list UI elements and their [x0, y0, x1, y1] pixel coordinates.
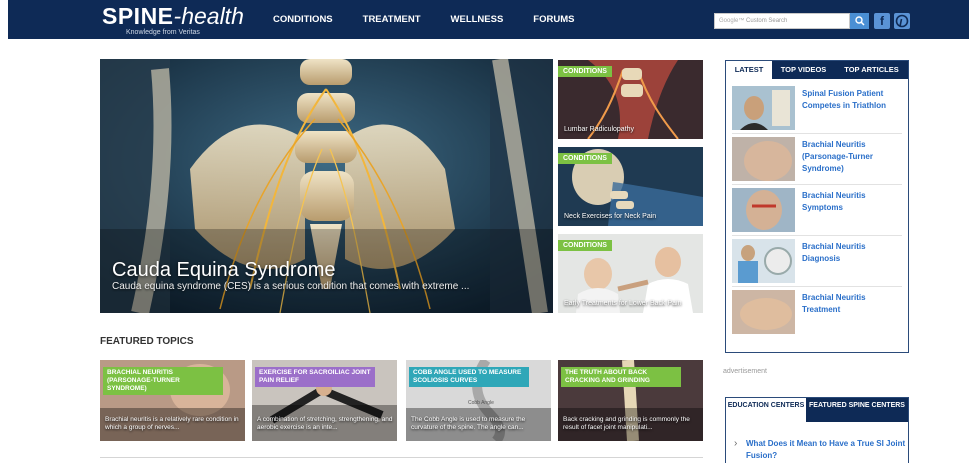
article-thumbnail [732, 137, 795, 181]
topic-description: A combination of stretching, strengtheni… [257, 416, 393, 431]
latest-panel: LATEST TOP VIDEOS TOP ARTICLES Spinal Fu… [725, 60, 909, 353]
logo-main-text: SPINE [102, 3, 174, 29]
article-thumbnail [732, 188, 795, 232]
nav-forums[interactable]: FORUMS [533, 0, 574, 39]
side-card-early-treatments[interactable]: CONDITIONS Early Treatments for Lower Ba… [558, 234, 703, 313]
main-nav: CONDITIONS TREATMENT WELLNESS FORUMS [273, 0, 604, 39]
article-title[interactable]: Spinal Fusion Patient Competes in Triath… [802, 88, 902, 112]
tab-education-centers[interactable]: EDUCATION CENTERS [726, 398, 806, 422]
hero-feature[interactable]: Cauda Equina Syndrome Cauda equina syndr… [100, 59, 553, 313]
section-divider [100, 457, 703, 458]
hero-subtitle: Cauda equina syndrome (CES) is a serious… [112, 281, 470, 292]
pinterest-icon[interactable] [894, 13, 910, 29]
topic-description: Brachial neuritis is a relatively rare c… [105, 416, 239, 431]
side-card-tag: CONDITIONS [558, 240, 612, 251]
topic-card-sacroiliac-exercise[interactable]: EXERCISE FOR SACROILIAC JOINT PAIN RELIE… [252, 360, 397, 441]
nav-conditions[interactable]: CONDITIONS [273, 0, 333, 39]
side-card-tag: CONDITIONS [558, 66, 612, 77]
search-icon [854, 16, 865, 26]
tab-featured-spine-centers[interactable]: FEATURED SPINE CENTERS [806, 398, 908, 422]
side-card-lumbar-radiculopathy[interactable]: CONDITIONS Lumbar Radiculopathy [558, 60, 703, 139]
logo-accent-text: -health [173, 3, 244, 29]
svg-text:Cobb Angle: Cobb Angle [468, 400, 494, 406]
article-title[interactable]: Brachial Neuritis Diagnosis [802, 241, 902, 265]
topic-description: The Cobb Angle is used to measure the cu… [411, 416, 526, 431]
site-logo[interactable]: SPINE-health Knowledge from Veritas [102, 3, 244, 37]
article-thumbnail [732, 290, 795, 334]
topic-tag: EXERCISE FOR SACROILIAC JOINT PAIN RELIE… [255, 367, 375, 387]
hero-title[interactable]: Cauda Equina Syndrome [112, 259, 335, 282]
education-panel: EDUCATION CENTERS FEATURED SPINE CENTERS… [725, 397, 909, 463]
search-placeholder: Custom Search [746, 18, 788, 24]
panel-tabs: LATEST TOP VIDEOS TOP ARTICLES [726, 61, 908, 79]
search-button[interactable] [850, 13, 869, 29]
topic-tag: COBB ANGLE USED TO MEASURE SCOLIOSIS CUR… [409, 367, 529, 387]
article-thumbnail [732, 239, 795, 283]
topic-tag: THE TRUTH ABOUT BACK CRACKING AND GRINDI… [561, 367, 681, 387]
tab-top-articles[interactable]: TOP ARTICLES [835, 61, 908, 79]
article-item[interactable]: Brachial Neuritis (Parsonage-Turner Synd… [732, 137, 902, 185]
side-card-caption: Early Treatments for Lower Back Pain [564, 300, 682, 307]
featured-topics-heading: FEATURED TOPICS [100, 336, 194, 347]
article-item[interactable]: Brachial Neuritis Diagnosis [732, 239, 902, 287]
nav-treatment[interactable]: TREATMENT [363, 0, 421, 39]
article-title[interactable]: Brachial Neuritis (Parsonage-Turner Synd… [802, 139, 902, 175]
article-thumbnail [732, 86, 795, 130]
side-card-neck-exercises[interactable]: CONDITIONS Neck Exercises for Neck Pain [558, 147, 703, 226]
side-card-caption: Lumbar Radiculopathy [564, 126, 635, 133]
topic-card-back-cracking[interactable]: THE TRUTH ABOUT BACK CRACKING AND GRINDI… [558, 360, 703, 441]
topic-card-cobb-angle[interactable]: Cobb Angle COBB ANGLE USED TO MEASURE SC… [406, 360, 551, 441]
article-item[interactable]: Brachial Neuritis Treatment [732, 290, 902, 338]
advertisement-label: advertisement [723, 368, 767, 375]
tab-latest[interactable]: LATEST [726, 61, 772, 79]
article-title[interactable]: Brachial Neuritis Symptoms [802, 190, 902, 214]
side-card-tag: CONDITIONS [558, 153, 612, 164]
topic-card-brachial-neuritis[interactable]: BRACHIAL NEURITIS (PARSONAGE-TURNER SYND… [100, 360, 245, 441]
article-item[interactable]: Spinal Fusion Patient Competes in Triath… [732, 86, 902, 134]
google-label: Google™ [719, 18, 745, 24]
article-title[interactable]: Brachial Neuritis Treatment [802, 292, 902, 316]
facebook-icon[interactable]: f [874, 13, 890, 29]
side-card-caption: Neck Exercises for Neck Pain [564, 213, 657, 220]
education-link[interactable]: What Does it Mean to Have a True SI Join… [746, 438, 906, 462]
search-input[interactable]: Google™ Custom Search [714, 13, 850, 29]
site-header: SPINE-health Knowledge from Veritas COND… [8, 0, 969, 39]
nav-wellness[interactable]: WELLNESS [451, 0, 504, 39]
chevron-right-icon: › [734, 438, 738, 449]
tab-top-videos[interactable]: TOP VIDEOS [772, 61, 835, 79]
logo-tagline: Knowledge from Veritas [126, 29, 200, 36]
topic-description: Back cracking and grinding is commonly t… [563, 416, 690, 431]
article-item[interactable]: Brachial Neuritis Symptoms [732, 188, 902, 236]
topic-tag: BRACHIAL NEURITIS (PARSONAGE-TURNER SYND… [103, 367, 223, 395]
